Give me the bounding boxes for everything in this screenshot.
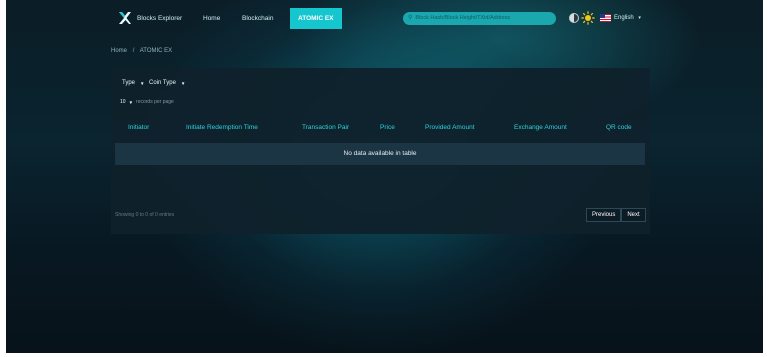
col-price[interactable]: Price bbox=[380, 124, 395, 131]
left-edge bbox=[0, 0, 6, 357]
us-flag-icon[interactable] bbox=[600, 14, 611, 22]
coin-type-filter-dropdown[interactable]: Coin Type ▼ bbox=[149, 78, 185, 88]
per-page-select[interactable]: 10 bbox=[120, 99, 126, 105]
chevron-down-icon: ▾ bbox=[638, 15, 641, 21]
top-navbar: Blocks Explorer Home Blockchain ATOMIC E… bbox=[6, 8, 763, 29]
type-filter-label: Type bbox=[122, 80, 136, 86]
entries-info: Showing 0 to 0 of 0 entries bbox=[115, 212, 175, 218]
search-input[interactable]: ⚲ Block Hash/Block Height/TXid/Address bbox=[403, 12, 556, 25]
atomic-ex-panel: Type ▼ Coin Type ▼ 10 ▼ records per page… bbox=[111, 68, 650, 234]
coin-type-filter-label: Coin Type bbox=[149, 80, 176, 86]
breadcrumb-home[interactable]: Home bbox=[111, 48, 127, 54]
next-button[interactable]: Next bbox=[621, 208, 646, 222]
theme-toggle-icon[interactable] bbox=[569, 13, 579, 23]
per-page-label: records per page bbox=[136, 99, 174, 105]
caret-down-icon: ▼ bbox=[180, 80, 186, 86]
empty-table-row: No data available in table bbox=[115, 143, 645, 165]
bottom-edge bbox=[0, 353, 769, 357]
col-provided-amount[interactable]: Provided Amount bbox=[425, 124, 475, 131]
search-placeholder: Block Hash/Block Height/TXid/Address bbox=[415, 15, 511, 21]
col-transaction-pair[interactable]: Transaction Pair bbox=[302, 124, 349, 131]
caret-down-icon[interactable]: ▼ bbox=[129, 100, 133, 105]
right-edge bbox=[763, 0, 769, 357]
breadcrumb-separator: / bbox=[132, 48, 135, 54]
logo-icon[interactable] bbox=[118, 11, 132, 25]
pagination: Previous Next bbox=[586, 208, 646, 222]
nav-blockchain-link[interactable]: Blockchain bbox=[242, 8, 273, 29]
language-selector[interactable]: English ▾ bbox=[614, 8, 641, 29]
breadcrumb-current: ATOMIC EX bbox=[139, 48, 173, 54]
col-exchange-amount[interactable]: Exchange Amount bbox=[514, 124, 567, 131]
col-initiate-redemption-time[interactable]: Initiate Redemption Time bbox=[186, 124, 258, 131]
col-initiator[interactable]: Initiator bbox=[128, 124, 149, 131]
nav-home-link[interactable]: Home bbox=[203, 8, 220, 29]
col-qr-code[interactable]: QR code bbox=[606, 124, 632, 131]
nav-atomic-ex-tab[interactable]: ATOMIC EX bbox=[290, 8, 342, 29]
language-label: English bbox=[614, 15, 634, 21]
table-header: Initiator Initiate Redemption Time Trans… bbox=[115, 120, 645, 138]
breadcrumb: Home / ATOMIC EX bbox=[111, 48, 172, 54]
type-filter-dropdown[interactable]: Type ▼ bbox=[122, 78, 144, 88]
caret-down-icon: ▼ bbox=[140, 80, 145, 86]
previous-button[interactable]: Previous bbox=[586, 208, 622, 222]
sun-icon[interactable] bbox=[581, 11, 595, 25]
per-page-control: 10 ▼ records per page bbox=[120, 99, 174, 105]
nav-brand-link[interactable]: Blocks Explorer bbox=[137, 8, 182, 29]
search-icon: ⚲ bbox=[408, 15, 413, 21]
